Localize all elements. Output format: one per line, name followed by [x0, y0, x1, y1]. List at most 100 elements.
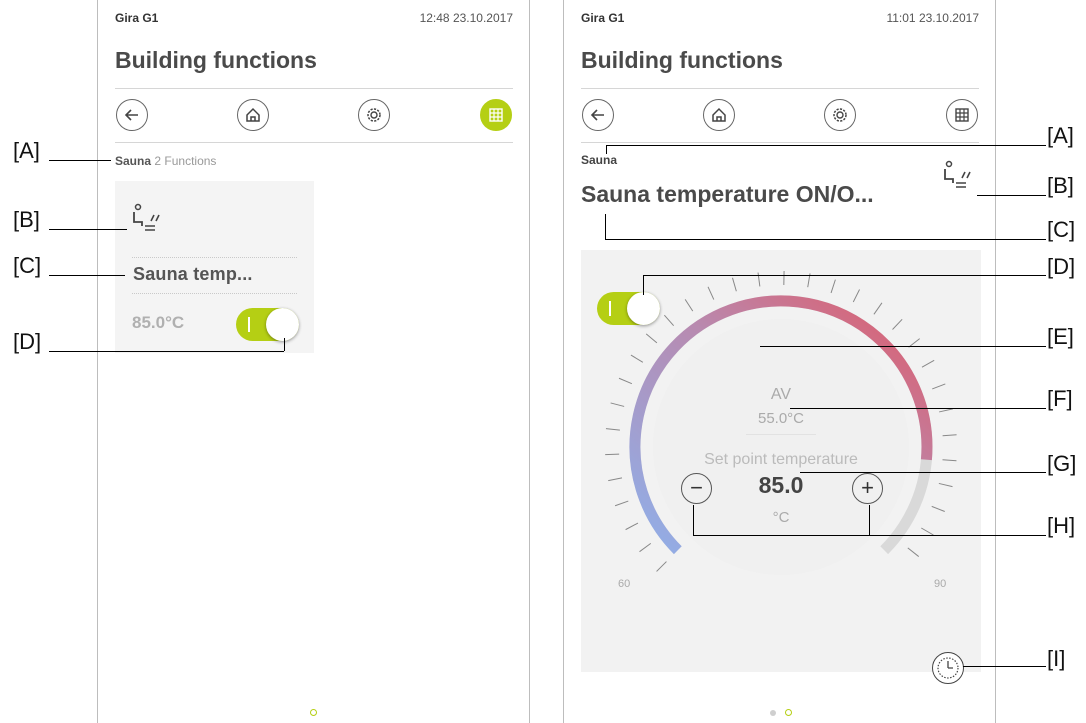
actual-value: 55.0°C	[757, 410, 805, 427]
home-button[interactable]	[237, 99, 269, 131]
page-indicator-2[interactable]	[785, 709, 792, 716]
home-icon	[712, 107, 726, 122]
callout-line	[760, 346, 1046, 347]
callout-d-left: [D]	[13, 329, 42, 354]
callout-g-right: [G]	[1047, 451, 1077, 476]
actual-value-label: AV	[770, 386, 792, 403]
callout-line	[49, 275, 125, 276]
tile-temperature-value: 85.0°C	[132, 313, 185, 332]
dial-tick	[921, 359, 935, 368]
callout-h-right: [H]	[1047, 513, 1076, 538]
divider	[581, 88, 979, 89]
thermostat-panel: 60 90 AV 55.0°C Set point temperature 85…	[581, 250, 981, 684]
dial-tick	[707, 286, 715, 300]
clock-date: 11:01 23.10.2017	[886, 11, 979, 25]
divider	[115, 88, 513, 89]
timer-button[interactable]	[932, 652, 964, 684]
callout-line	[790, 408, 1046, 409]
callout-c-right: [C]	[1047, 217, 1076, 242]
dial-tick	[645, 333, 658, 344]
callout-c-left: [C]	[13, 253, 42, 278]
dial-tick	[684, 299, 694, 312]
breadcrumb-count: 2	[154, 154, 162, 168]
dial-tick	[921, 527, 934, 536]
settings-gear-icon	[833, 108, 847, 122]
dial-tick	[639, 542, 652, 553]
dial-tick	[873, 302, 883, 315]
callout-line	[643, 275, 644, 295]
callout-a-left: [A]	[13, 138, 40, 163]
callout-line	[49, 160, 111, 161]
callout-b-left: [B]	[13, 207, 40, 232]
device-name: Gira G1	[115, 11, 159, 25]
grid-icon	[489, 108, 503, 122]
dial-tick	[892, 318, 903, 330]
page-title: Building functions	[115, 47, 317, 73]
back-button[interactable]	[116, 99, 148, 131]
setpoint-unit: °C	[772, 509, 790, 526]
callout-line	[963, 666, 1046, 667]
decrease-button[interactable]: −	[681, 473, 712, 504]
callout-e-right: [E]	[1047, 324, 1074, 349]
dial-max-label: 90	[934, 578, 946, 590]
page-indicator[interactable]	[310, 709, 317, 716]
setpoint-label: Set point temperature	[704, 451, 858, 468]
settings-button[interactable]	[824, 99, 856, 131]
clock-date: 12:48 23.10.2017	[419, 11, 513, 25]
separator	[132, 293, 297, 294]
callout-line	[693, 505, 694, 535]
functions-grid-button[interactable]	[480, 99, 512, 131]
divider	[115, 142, 513, 143]
room-name: Sauna	[581, 153, 618, 167]
detail-screen: Gira G1 11:01 23.10.2017 Building functi…	[563, 0, 996, 723]
dial-tick	[852, 289, 860, 303]
dial-tick	[614, 500, 629, 507]
function-tile[interactable]: Sauna temp... 85.0°C	[115, 181, 314, 353]
on-off-toggle[interactable]	[236, 308, 299, 341]
callout-b-right: [B]	[1047, 173, 1074, 198]
callout-line	[605, 239, 1046, 240]
back-arrow-icon	[124, 109, 138, 121]
settings-gear-icon	[367, 108, 381, 122]
home-icon	[246, 107, 260, 122]
back-button[interactable]	[582, 99, 614, 131]
callout-i-right: [I]	[1047, 646, 1066, 671]
callout-line	[800, 472, 1046, 473]
dial-tick	[732, 277, 737, 292]
callout-f-right: [F]	[1047, 386, 1073, 411]
toggle-knob	[266, 308, 299, 341]
dial-tick	[618, 377, 633, 385]
clock-timer-icon	[937, 657, 959, 679]
increase-button[interactable]: +	[852, 473, 883, 504]
function-title: Sauna temperature ON/O...	[581, 181, 874, 207]
callout-a-right: [A]	[1047, 123, 1074, 148]
device-name: Gira G1	[581, 11, 625, 25]
dial-min-label: 60	[618, 578, 630, 590]
dial-tick	[605, 428, 620, 431]
setpoint-value: 85.0	[758, 472, 804, 498]
callout-line	[284, 338, 285, 351]
divider	[581, 142, 979, 143]
grid-icon	[955, 108, 969, 122]
separator	[132, 257, 297, 258]
breadcrumb: Sauna 2 Functions	[115, 154, 216, 168]
page-indicator-1[interactable]	[770, 710, 776, 716]
dial-tick	[830, 279, 836, 294]
separator	[746, 434, 816, 435]
callout-line	[606, 145, 1046, 146]
breadcrumb-label: Functions	[164, 154, 217, 168]
callout-d-right: [D]	[1047, 254, 1076, 279]
callout-line	[605, 214, 606, 239]
dial-tick	[630, 354, 644, 363]
callout-line	[643, 275, 1046, 276]
dial-tick	[656, 561, 667, 572]
callout-line	[606, 145, 607, 154]
home-button[interactable]	[703, 99, 735, 131]
back-arrow-icon	[590, 109, 604, 121]
callout-line	[693, 535, 1046, 536]
dial-face	[653, 319, 909, 575]
settings-button[interactable]	[358, 99, 390, 131]
toggle-on-mark	[248, 317, 250, 332]
functions-grid-button[interactable]	[946, 99, 978, 131]
callout-line	[977, 195, 1046, 196]
